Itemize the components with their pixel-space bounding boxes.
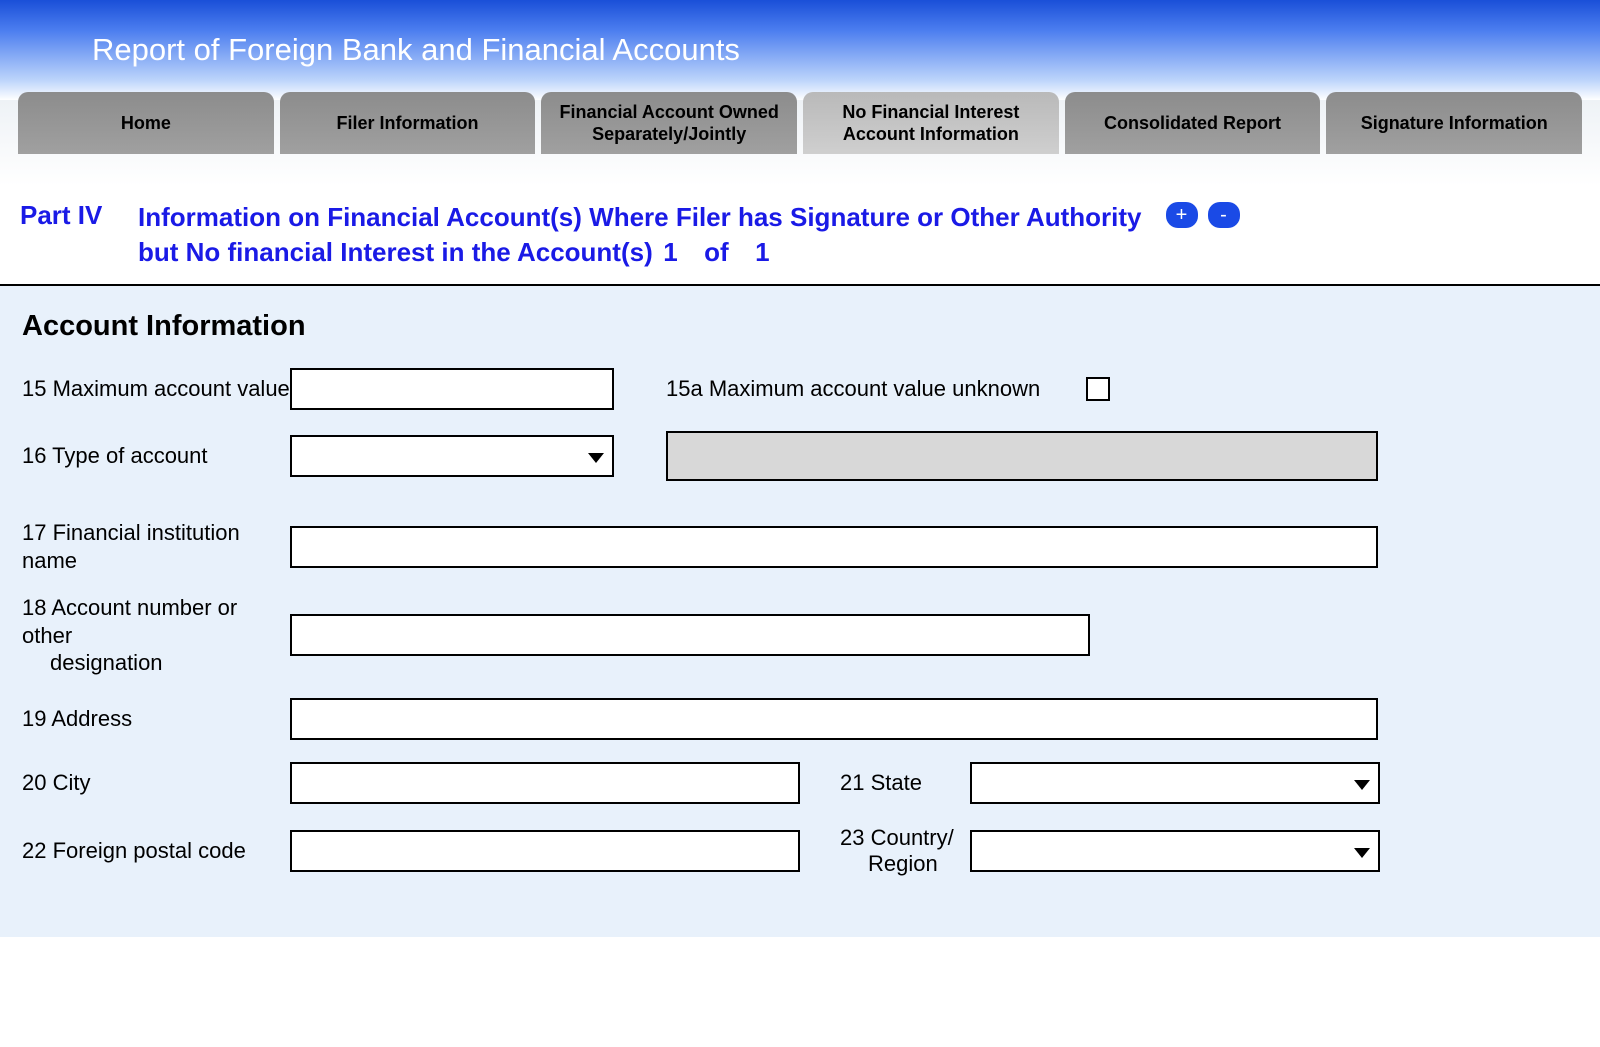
label-15: 15 Maximum account value xyxy=(22,375,290,403)
input-financial-institution-name[interactable] xyxy=(290,526,1378,568)
label-22: 22 Foreign postal code xyxy=(22,837,290,865)
part-header: Part IV Information on Financial Account… xyxy=(0,190,1600,286)
tab-home[interactable]: Home xyxy=(18,92,274,154)
row-account-number: 18 Account number or other designation xyxy=(22,594,1582,677)
tab-no-financial-interest[interactable]: No Financial Interest Account Informatio… xyxy=(803,92,1059,154)
select-type-of-account[interactable] xyxy=(290,435,614,477)
label-21: 21 State xyxy=(840,770,970,796)
label-18-line1: 18 Account number or other xyxy=(22,595,237,648)
tab-filer-information[interactable]: Filer Information xyxy=(280,92,536,154)
checkbox-max-value-unknown[interactable] xyxy=(1086,377,1110,401)
label-23-line2: Region xyxy=(840,851,938,876)
row-address: 19 Address xyxy=(22,697,1582,741)
form-area: Account Information 15 Maximum account v… xyxy=(0,286,1600,937)
input-foreign-postal-code[interactable] xyxy=(290,830,800,872)
label-19: 19 Address xyxy=(22,705,290,733)
part-description-line1: Information on Financial Account(s) Wher… xyxy=(138,202,1142,232)
part-current: 1 xyxy=(663,237,677,267)
input-type-of-account-detail xyxy=(666,431,1378,481)
label-16: 16 Type of account xyxy=(22,442,290,470)
part-description: Information on Financial Account(s) Wher… xyxy=(138,200,1142,270)
tabbar: Home Filer Information Financial Account… xyxy=(18,92,1582,154)
input-address[interactable] xyxy=(290,698,1378,740)
row-financial-institution-name: 17 Financial institution name xyxy=(22,519,1582,574)
row-postal-country: 22 Foreign postal code 23 Country/ Regio… xyxy=(22,825,1582,877)
input-account-number[interactable] xyxy=(290,614,1090,656)
label-17: 17 Financial institution name xyxy=(22,519,290,574)
row-type-of-account: 16 Type of account xyxy=(22,431,1582,481)
part-description-line2: but No financial Interest in the Account… xyxy=(138,237,653,267)
remove-record-button[interactable]: - xyxy=(1208,202,1240,228)
part-total: 1 xyxy=(755,237,769,267)
select-state[interactable] xyxy=(970,762,1380,804)
banner: Report of Foreign Bank and Financial Acc… xyxy=(0,0,1600,100)
label-15a: 15a Maximum account value unknown xyxy=(666,376,1086,402)
tab-consolidated-report[interactable]: Consolidated Report xyxy=(1065,92,1321,154)
label-23: 23 Country/ Region xyxy=(840,825,970,877)
label-18: 18 Account number or other designation xyxy=(22,594,290,677)
select-country-region[interactable] xyxy=(970,830,1380,872)
part-label: Part IV xyxy=(20,200,138,231)
add-remove-buttons: + - xyxy=(1166,202,1240,228)
input-max-account-value[interactable] xyxy=(290,368,614,410)
tab-financial-account-owned[interactable]: Financial Account Owned Separately/Joint… xyxy=(541,92,797,154)
tab-signature-information[interactable]: Signature Information xyxy=(1326,92,1582,154)
add-record-button[interactable]: + xyxy=(1166,202,1198,228)
tabbar-background: Home Filer Information Financial Account… xyxy=(0,100,1600,190)
section-heading: Account Information xyxy=(22,310,1582,343)
label-20: 20 City xyxy=(22,769,290,797)
row-max-account-value: 15 Maximum account value 15a Maximum acc… xyxy=(22,367,1582,411)
label-23-line1: 23 Country/ xyxy=(840,825,954,850)
input-city[interactable] xyxy=(290,762,800,804)
row-city-state: 20 City 21 State xyxy=(22,761,1582,805)
part-of-word: of xyxy=(704,237,729,267)
page-title: Report of Foreign Bank and Financial Acc… xyxy=(92,32,1600,68)
label-18-line2: designation xyxy=(22,650,163,675)
